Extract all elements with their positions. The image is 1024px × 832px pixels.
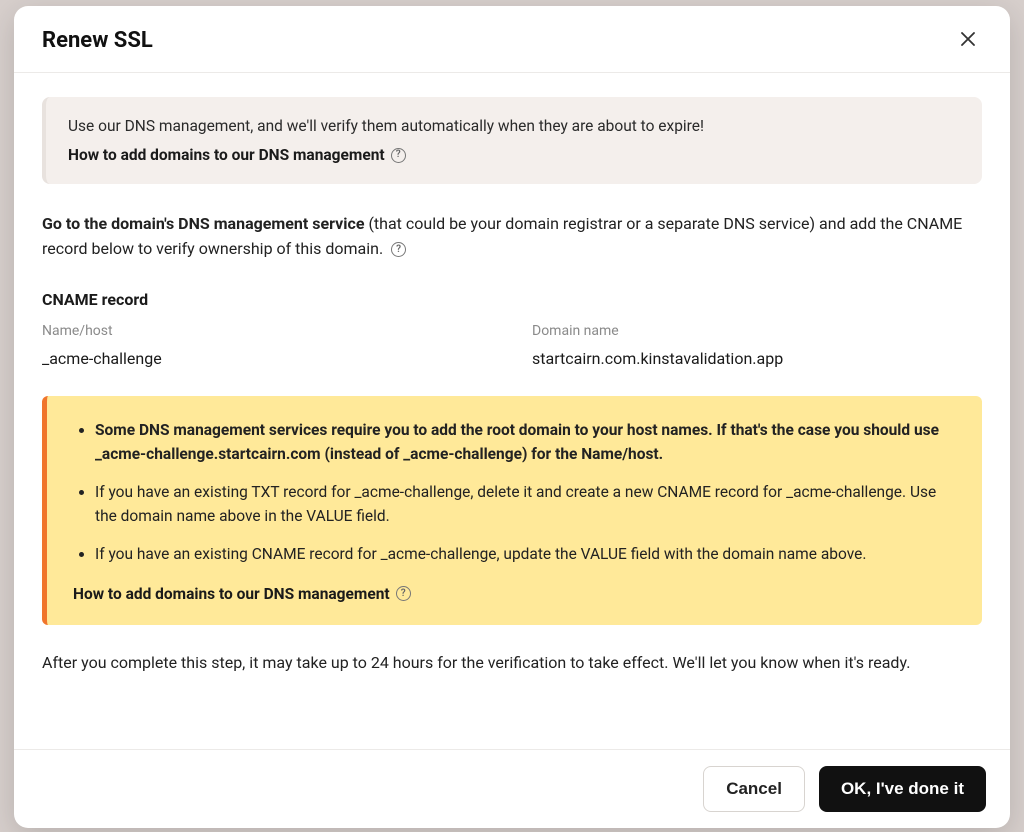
- warning-item-2: If you have an existing TXT record for _…: [95, 480, 958, 528]
- warning-box: Some DNS management services require you…: [42, 396, 982, 625]
- modal-footer: Cancel OK, I've done it: [14, 749, 1010, 828]
- dns-help-link[interactable]: How to add domains to our DNS management…: [68, 146, 406, 164]
- dns-info-box: Use our DNS management, and we'll verify…: [42, 97, 982, 184]
- modal-header: Renew SSL: [14, 6, 1010, 73]
- cname-name-header: Name/host: [42, 323, 492, 339]
- instruction-bold: Go to the domain's DNS management servic…: [42, 214, 364, 233]
- dns-help-link-label: How to add domains to our DNS management: [68, 146, 385, 164]
- warning-item-1: Some DNS management services require you…: [95, 418, 958, 466]
- warning-list: Some DNS management services require you…: [73, 418, 958, 566]
- cancel-button[interactable]: Cancel: [703, 766, 805, 812]
- renew-ssl-modal: Renew SSL Use our DNS management, and we…: [14, 6, 1010, 828]
- cname-record-grid: Name/host _acme-challenge Domain name st…: [42, 323, 982, 368]
- cname-name-value: _acme-challenge: [42, 349, 492, 368]
- help-icon: ?: [396, 586, 411, 601]
- modal-title: Renew SSL: [42, 28, 153, 53]
- cname-domain-col: Domain name startcairn.com.kinstavalidat…: [532, 323, 982, 368]
- ok-done-button[interactable]: OK, I've done it: [819, 766, 986, 812]
- cname-section-label: CNAME record: [42, 290, 982, 309]
- help-icon: ?: [391, 148, 406, 163]
- warning-item-3: If you have an existing CNAME record for…: [95, 542, 958, 566]
- cname-domain-header: Domain name: [532, 323, 982, 339]
- help-icon[interactable]: ?: [391, 242, 406, 257]
- instruction-text: Go to the domain's DNS management servic…: [42, 212, 982, 262]
- close-icon: [961, 30, 975, 51]
- warning-help-link[interactable]: How to add domains to our DNS management…: [73, 585, 411, 603]
- after-note: After you complete this step, it may tak…: [42, 651, 982, 675]
- close-button[interactable]: [954, 26, 982, 54]
- cname-name-col: Name/host _acme-challenge: [42, 323, 492, 368]
- cname-domain-value: startcairn.com.kinstavalidation.app: [532, 349, 982, 368]
- modal-body: Use our DNS management, and we'll verify…: [14, 73, 1010, 749]
- info-text: Use our DNS management, and we'll verify…: [68, 117, 960, 135]
- warning-help-link-label: How to add domains to our DNS management: [73, 585, 390, 603]
